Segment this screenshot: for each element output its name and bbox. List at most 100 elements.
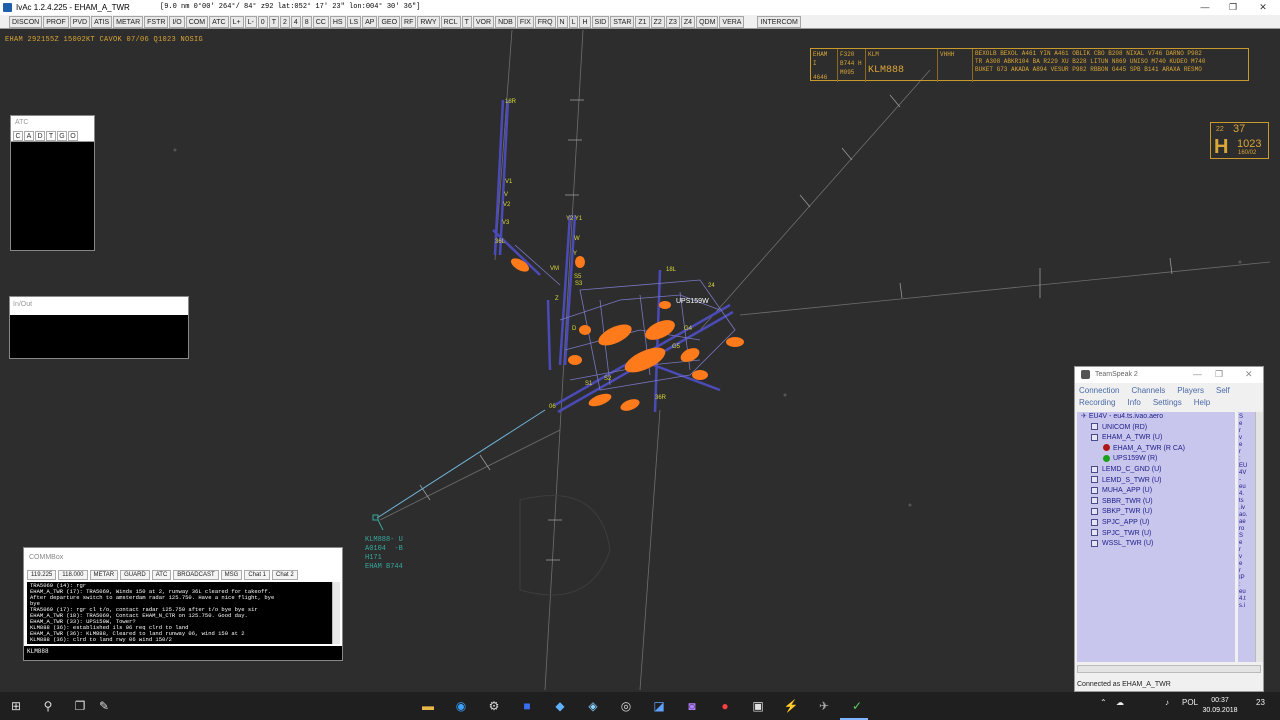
toolbar-button-rwy-22[interactable]: RWY xyxy=(417,15,440,28)
channel-row[interactable]: SPJC_TWR (U) xyxy=(1077,529,1235,540)
toolbar-button-atis-3[interactable]: ATIS xyxy=(91,15,113,28)
ts-menu-self[interactable]: Self xyxy=(1216,386,1230,395)
atc-tab-o[interactable]: O xyxy=(68,131,78,141)
toolbar-button-atc-8[interactable]: ATC xyxy=(209,15,229,28)
channel-row[interactable]: SPJC_APP (U) xyxy=(1077,518,1235,529)
ts-close-button[interactable]: ✕ xyxy=(1245,369,1253,380)
aircraft-datablock[interactable]: KLM888- U A0104 -B H171 EHAM B744 xyxy=(365,536,403,572)
toolbar-button-discon-0[interactable]: DISCON xyxy=(9,15,43,28)
maximize-button[interactable]: ❐ xyxy=(1218,0,1248,15)
comm-tab-metar[interactable]: METAR xyxy=(89,570,119,580)
atc-tab-c[interactable]: C xyxy=(13,131,23,141)
app-icon-2[interactable]: ⚙ xyxy=(484,696,504,716)
toolbar-button-vor-25[interactable]: VOR xyxy=(472,15,495,28)
channel-row[interactable]: SBKP_TWR (U) xyxy=(1077,507,1235,518)
user-row[interactable]: UPS159W (R) xyxy=(1077,454,1235,465)
user-row[interactable]: EHAM_A_TWR (R CA) xyxy=(1077,444,1235,455)
file-explorer-icon[interactable]: ▬ xyxy=(418,696,438,716)
tray-volume-icon[interactable]: ♪ xyxy=(1165,698,1169,707)
server-row[interactable]: ✈ EU4V - eu4.ts.ivao.aero xyxy=(1077,412,1235,423)
ts-menu-connection[interactable]: Connection xyxy=(1079,386,1119,395)
toolbar-button-star-33[interactable]: STAR xyxy=(610,15,635,28)
commbox-input[interactable]: KLM888 xyxy=(24,646,342,660)
channel-tree[interactable]: ✈ EU4V - eu4.ts.ivao.aero UNICOM (RD) EHA… xyxy=(1077,412,1235,662)
channel-row[interactable]: EHAM_A_TWR (U) xyxy=(1077,433,1235,444)
toolbar-button-intercom-40[interactable]: INTERCOM xyxy=(757,15,801,28)
toolbar-button-ls-18[interactable]: LS xyxy=(346,15,362,28)
channel-row[interactable]: LEMD_C_GND (U) xyxy=(1077,465,1235,476)
toolbar-button-h-31[interactable]: H xyxy=(579,15,591,28)
inout-window[interactable]: In/Out xyxy=(9,296,189,359)
toolbar-button-rcl-23[interactable]: RCL xyxy=(440,15,461,28)
toolbar-button-fstr-5[interactable]: FSTR xyxy=(144,15,169,28)
toolbar-button-prof-1[interactable]: PROF xyxy=(43,15,69,28)
notification-badge[interactable]: 23 xyxy=(1256,698,1265,707)
toolbar-button-ndb-26[interactable]: NDB xyxy=(495,15,516,28)
ts-menu-recording[interactable]: Recording xyxy=(1079,398,1115,407)
ts-menu-info[interactable]: Info xyxy=(1127,398,1140,407)
comm-tab-chat1[interactable]: Chat 1 xyxy=(244,570,270,580)
minimize-button[interactable]: — xyxy=(1190,0,1220,15)
toolbar-button-com-7[interactable]: COM xyxy=(185,15,209,28)
ts-menu-channels[interactable]: Channels xyxy=(1131,386,1165,395)
toolbar-button-fix-27[interactable]: FIX xyxy=(516,15,534,28)
toolbar-button-z2-35[interactable]: Z2 xyxy=(650,15,665,28)
pen-icon[interactable]: ✎ xyxy=(94,696,114,716)
comm-tab-119225[interactable]: 119.225 xyxy=(27,570,57,580)
ts-maximize-button[interactable]: ❐ xyxy=(1215,369,1223,380)
tray-chevron-icon[interactable]: ⌃ xyxy=(1100,698,1107,707)
toolbar-button-rf-21[interactable]: RF xyxy=(401,15,417,28)
toolbar-button-io-6[interactable]: I/O xyxy=(169,15,185,28)
channel-row[interactable]: UNICOM (RD) xyxy=(1077,423,1235,434)
toolbar-button-2-13[interactable]: 2 xyxy=(279,15,290,28)
app-icon-9[interactable]: ⚡ xyxy=(781,696,801,716)
toolbar-button-geo-20[interactable]: GEO xyxy=(378,15,401,28)
toolbar-button-frq-28[interactable]: FRQ xyxy=(534,15,556,28)
toolbar-button-hs-17[interactable]: HS xyxy=(329,15,346,28)
photoshop-icon[interactable]: ■ xyxy=(517,696,537,716)
comm-tab-broadcast[interactable]: BROADCAST xyxy=(173,570,219,580)
ts-minimize-button[interactable]: — xyxy=(1193,369,1202,379)
channel-row[interactable]: WSSL_TWR (U) xyxy=(1077,539,1235,550)
toolbar-button-z3-36[interactable]: Z3 xyxy=(665,15,680,28)
ivac-taskbar-icon[interactable]: ✓ xyxy=(847,696,867,716)
toolbar-button-pvd-2[interactable]: PVD xyxy=(69,15,91,28)
commbox-window[interactable]: COMMBox 119.225 118.000 METAR GUARD ATC BROAD… xyxy=(23,547,343,661)
app-icon-7[interactable]: ◙ xyxy=(682,696,702,716)
toolbar-button-0-11[interactable]: 0 xyxy=(257,15,268,28)
atc-window[interactable]: ATC CADTGO xyxy=(10,115,95,251)
teamspeak-window[interactable]: TeamSpeak 2 — ❐ ✕ Connection Channels Play… xyxy=(1074,366,1264,692)
task-view-icon[interactable]: ❐ xyxy=(70,696,90,716)
comm-tab-msg[interactable]: MSG xyxy=(220,570,243,580)
toolbar-button-sid-32[interactable]: SID xyxy=(591,15,610,28)
atc-tab-a[interactable]: A xyxy=(24,131,34,141)
start-icon[interactable]: ⊞ xyxy=(6,696,26,716)
toolbar-button-ap-19[interactable]: AP xyxy=(362,15,378,28)
app-icon-4[interactable]: ◈ xyxy=(583,696,603,716)
comm-tab-guard[interactable]: GUARD xyxy=(120,570,150,580)
app-icon-3[interactable]: ◆ xyxy=(550,696,570,716)
ts-scrollbar[interactable] xyxy=(1255,412,1263,662)
atc-tab-d[interactable]: D xyxy=(35,131,45,141)
toolbar-button-4-14[interactable]: 4 xyxy=(290,15,301,28)
vivaldi-icon[interactable]: ● xyxy=(715,696,735,716)
toolbar-button-qdm-38[interactable]: QDM xyxy=(696,15,719,28)
toolbar-button-8-15[interactable]: 8 xyxy=(301,15,312,28)
toolbar-button-vera-39[interactable]: VERA xyxy=(719,15,745,28)
toolbar-button-l-10[interactable]: L- xyxy=(244,15,257,28)
ts-menu-players[interactable]: Players xyxy=(1177,386,1204,395)
flight-strip[interactable]: EHAM I 4646 F320 B744 H M095 KLM KLM888 … xyxy=(810,48,1249,82)
aircraft-target[interactable] xyxy=(372,514,384,531)
channel-row[interactable]: LEMD_S_TWR (U) xyxy=(1077,476,1235,487)
app-icon-8[interactable]: ▣ xyxy=(748,696,768,716)
tray-network-icon[interactable]: ☁ xyxy=(1116,698,1124,707)
toolbar-button-n-29[interactable]: N xyxy=(556,15,568,28)
toolbar-button-l-9[interactable]: L+ xyxy=(229,15,244,28)
taskbar-clock[interactable]: 00:37 30.09.2018 xyxy=(1202,696,1238,716)
comm-tab-118000[interactable]: 118.000 xyxy=(58,570,88,580)
atc-tab-g[interactable]: G xyxy=(57,131,67,141)
app-icon-5[interactable]: ◎ xyxy=(616,696,636,716)
search-icon[interactable]: ⚲ xyxy=(38,696,58,716)
toolbar-button-z1-34[interactable]: Z1 xyxy=(635,15,650,28)
toolbar-button-metar-4[interactable]: METAR xyxy=(113,15,144,28)
